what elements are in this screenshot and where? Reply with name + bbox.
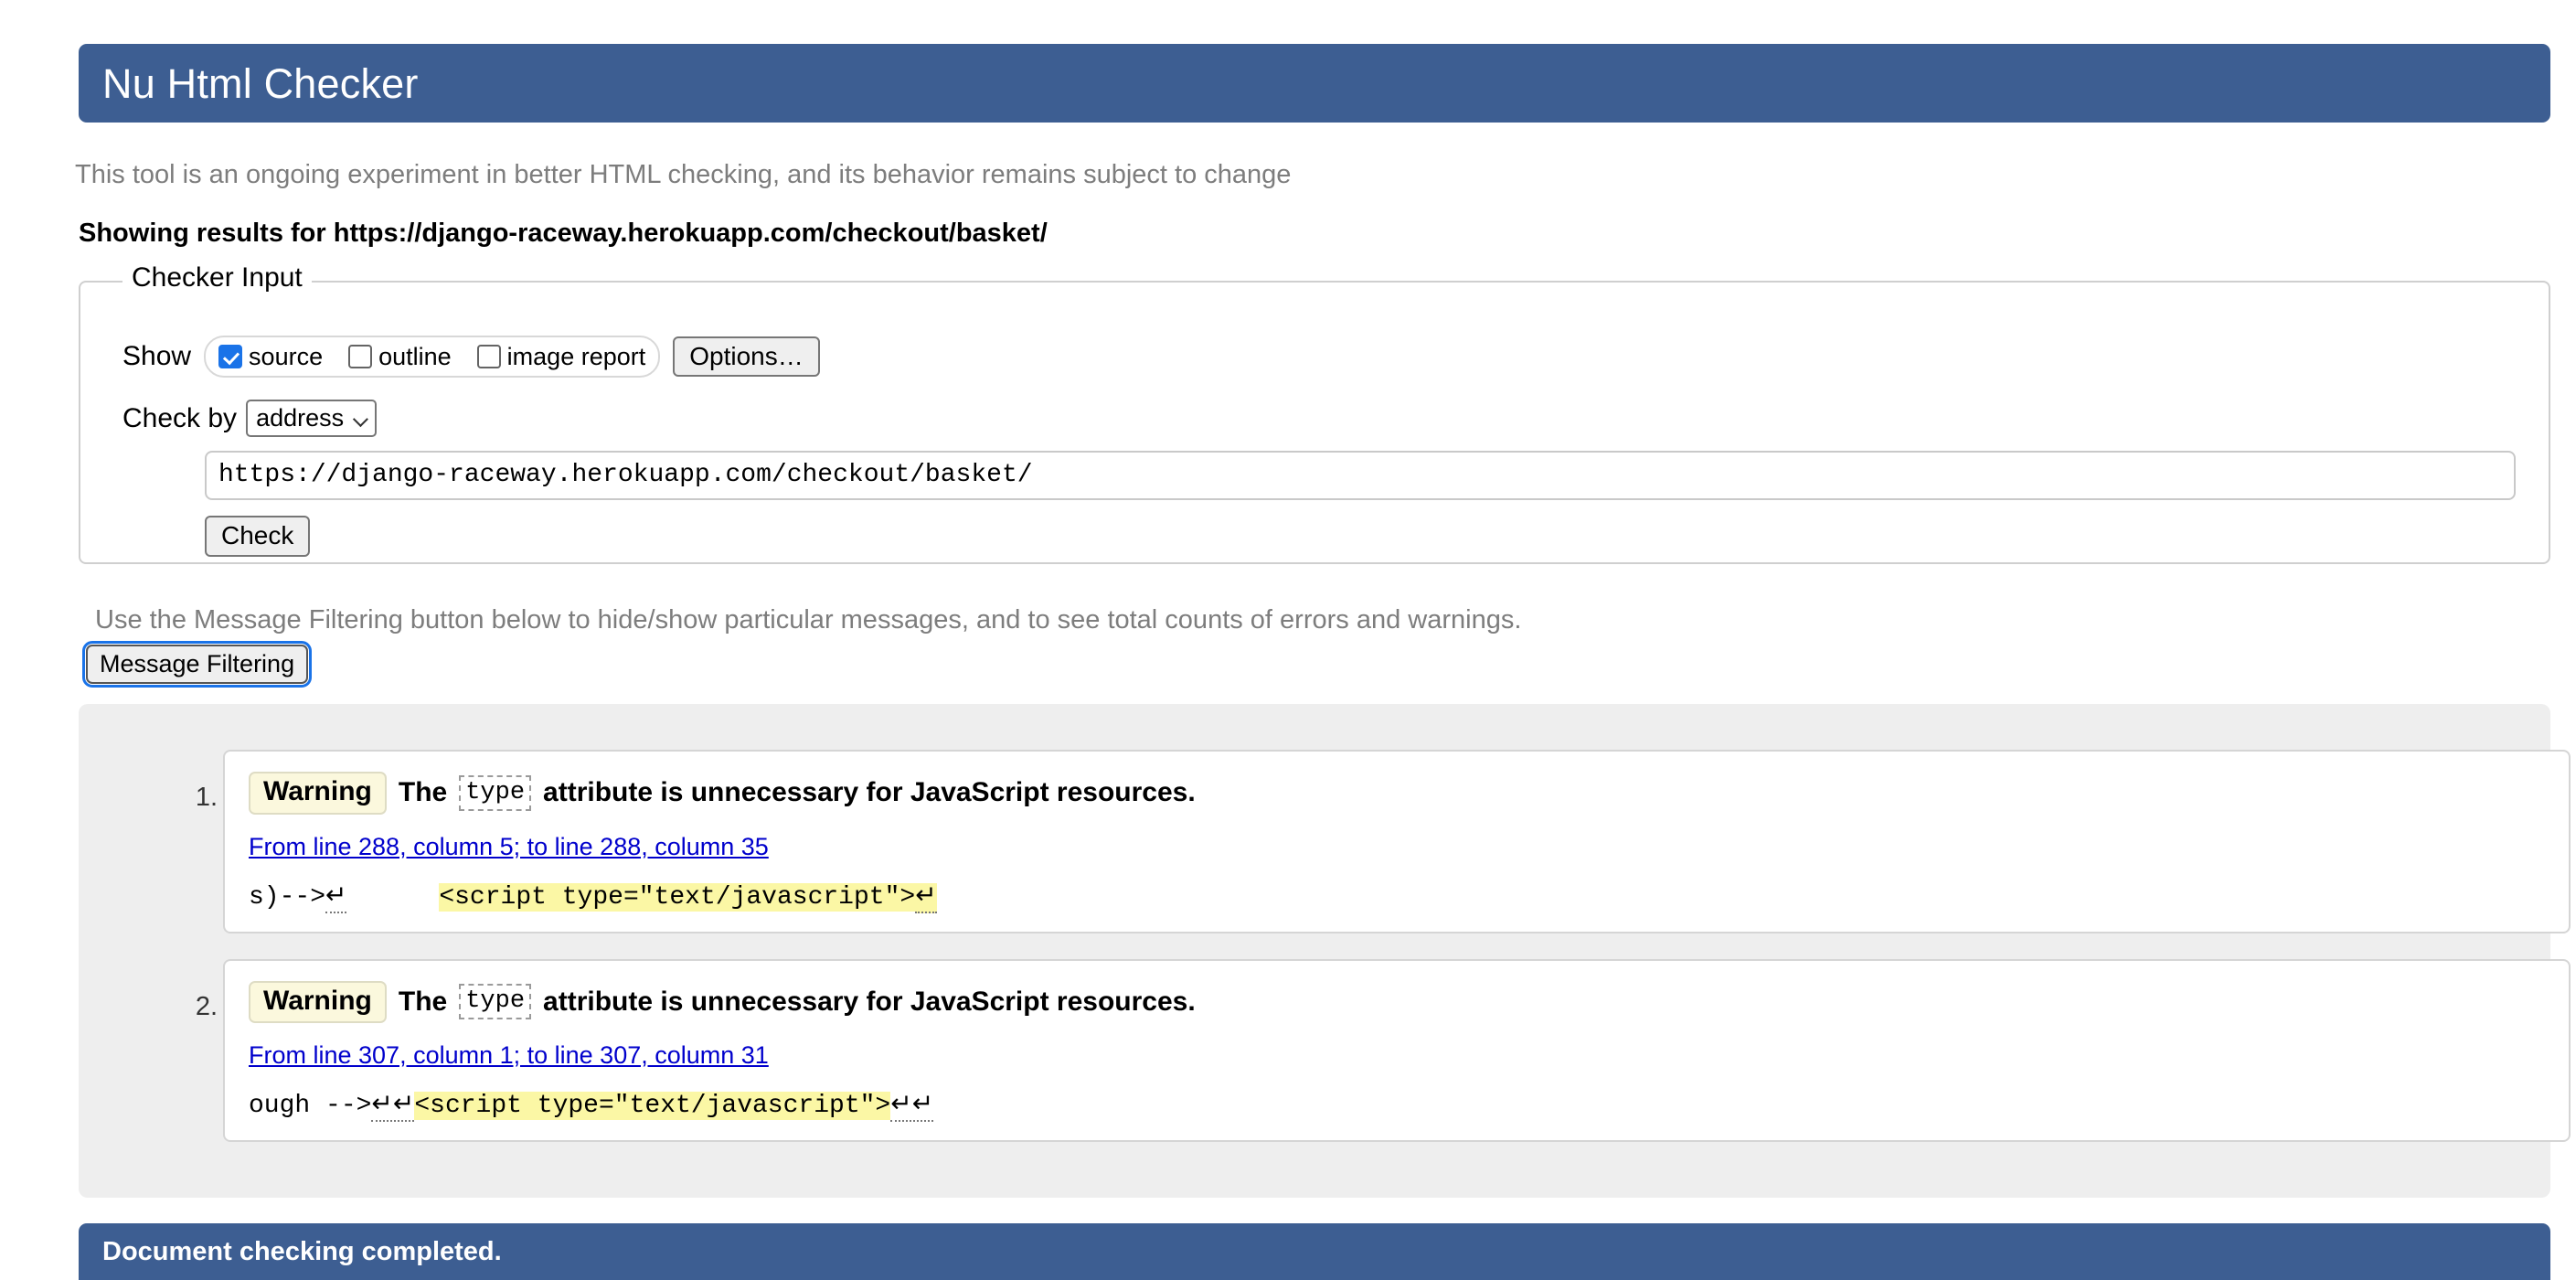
extract-prefix-crlf-icon: ↵: [325, 882, 347, 913]
results-panel: 1. Warning The type attribute is unneces…: [79, 704, 2571, 1198]
extract-highlight: <script type="text/javascript">: [439, 882, 916, 912]
options-button[interactable]: Options…: [673, 336, 820, 378]
checkbox-image-report-box[interactable]: [476, 345, 501, 368]
filtering-hint-text: Use the Message Filtering button below t…: [95, 605, 1522, 635]
message-code-token: type: [459, 774, 532, 811]
message-location-link[interactable]: From line 307, column 1; to line 307, co…: [249, 1041, 2545, 1070]
message-list: 1. Warning The type attribute is unneces…: [79, 750, 2571, 1168]
check-by-row: Check by address: [122, 400, 378, 437]
message-headline: Warning The type attribute is unnecessar…: [249, 980, 2545, 1023]
checker-input-legend: Checker Input: [122, 262, 312, 293]
page-root: Nu Html Checker This tool is an ongoing …: [0, 0, 2576, 1280]
checkbox-outline-box[interactable]: [348, 345, 373, 368]
status-footer-bar: Document checking completed.: [79, 1223, 2550, 1280]
message-text-before: The: [398, 777, 448, 808]
app-header-banner: Nu Html Checker: [79, 44, 2550, 123]
message-headline: Warning The type attribute is unnecessar…: [249, 772, 2545, 815]
source-extract: s)-->↵ <script type="text/javascript">↵: [249, 881, 2545, 913]
checkbox-outline-label: outline: [378, 342, 452, 370]
message-text-after: attribute is unnecessary for JavaScript …: [543, 777, 1196, 808]
message-text-before: The: [398, 986, 448, 1017]
checker-input-fieldset: Checker Input Show source outline image …: [79, 262, 2550, 564]
message-filtering-button[interactable]: Message Filtering: [81, 641, 313, 688]
check-by-select-value: address: [256, 404, 345, 432]
message-location-link[interactable]: From line 288, column 5; to line 288, co…: [249, 833, 2545, 861]
message-text-after: attribute is unnecessary for JavaScript …: [543, 986, 1196, 1017]
checkbox-source-box[interactable]: [218, 345, 243, 368]
showing-results-text: Showing results for https://django-racew…: [79, 219, 1048, 248]
message-number: 1.: [195, 783, 218, 812]
extract-suffix-crlf-icon: ↵↵: [890, 1092, 934, 1122]
show-checkbox-group: source outline image report: [204, 336, 661, 378]
source-extract: ough -->↵↵<script type="text/javascript"…: [249, 1090, 2545, 1122]
checkbox-source-label: source: [249, 342, 324, 370]
status-footer-text: Document checking completed.: [102, 1236, 502, 1266]
extract-prefix: ough -->: [249, 1092, 372, 1120]
checkbox-source[interactable]: source: [218, 343, 323, 371]
extract-gap: [346, 883, 439, 912]
status-badge: Warning: [249, 772, 387, 815]
message-box: Warning The type attribute is unnecessar…: [223, 750, 2571, 933]
extract-highlight-crlf-icon: ↵: [915, 882, 937, 913]
extract-prefix: s)-->: [249, 882, 326, 912]
status-badge: Warning: [249, 980, 387, 1023]
extract-highlight: <script type="text/javascript">: [414, 1092, 891, 1120]
check-button[interactable]: Check: [205, 516, 311, 557]
show-row: Show source outline image report Options…: [122, 336, 820, 378]
url-input[interactable]: https://django-raceway.herokuapp.com/che…: [205, 451, 2516, 500]
show-label: Show: [122, 341, 192, 371]
message-number: 2.: [195, 991, 218, 1021]
message-box: Warning The type attribute is unnecessar…: [223, 958, 2571, 1142]
message-item: 2. Warning The type attribute is unneces…: [79, 958, 2571, 1142]
check-by-label: Check by: [122, 402, 238, 433]
checkbox-image-report[interactable]: image report: [476, 342, 646, 371]
app-title: Nu Html Checker: [102, 59, 419, 107]
tagline-text: This tool is an ongoing experiment in be…: [75, 160, 1292, 189]
check-by-select[interactable]: address: [246, 400, 378, 437]
message-item: 1. Warning The type attribute is unneces…: [79, 750, 2571, 933]
checkbox-outline[interactable]: outline: [348, 343, 452, 371]
checkbox-image-report-label: image report: [506, 342, 646, 370]
extract-prefix-crlf-icon: ↵↵: [371, 1092, 415, 1122]
message-code-token: type: [459, 984, 532, 1020]
